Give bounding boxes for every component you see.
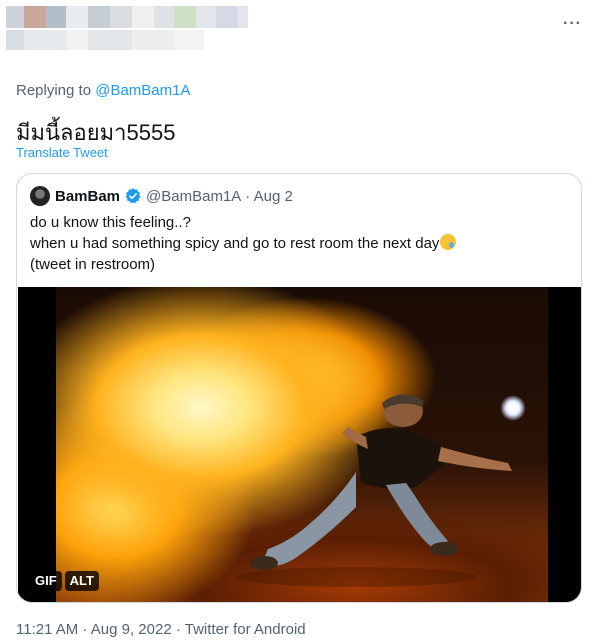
quoted-line-2: when u had something spicy and go to res…	[30, 235, 440, 252]
quoted-line-1: do u know this feeling..?	[30, 214, 191, 231]
gif-frame-fire-breather-image	[56, 287, 548, 602]
reply-handle-link[interactable]: @BamBam1A	[95, 82, 190, 99]
quoted-tweet-header: BamBam @BamBam1A · Aug 2	[30, 186, 293, 206]
more-horizontal-icon: ···	[563, 15, 582, 32]
translate-tweet-link[interactable]: Translate Tweet	[16, 145, 108, 160]
quoted-line-2-wrap: when u had something spicy and go to res…	[30, 233, 457, 254]
gif-badge[interactable]: GIF	[30, 571, 62, 591]
fire-breather-figure	[236, 394, 512, 587]
quoted-date[interactable]: · Aug 2	[245, 188, 293, 205]
gif-media[interactable]: GIF ALT	[18, 287, 581, 602]
blurred-author-header	[6, 6, 248, 68]
reply-context: Replying to @BamBam1A	[16, 82, 190, 99]
more-options-button[interactable]: ···	[563, 16, 582, 32]
avatar[interactable]	[30, 186, 50, 206]
reply-prefix: Replying to	[16, 82, 92, 99]
quoted-author-name[interactable]: BamBam	[55, 188, 120, 205]
quoted-author-handle[interactable]: @BamBam1A	[146, 188, 241, 205]
face-holding-back-tears-emoji-icon	[440, 234, 457, 250]
quoted-line-3: (tweet in restroom)	[30, 256, 156, 273]
quoted-tweet-text: do u know this feeling..? when u had som…	[30, 212, 457, 275]
quoted-tweet-card[interactable]: BamBam @BamBam1A · Aug 2 do u know this …	[16, 173, 582, 603]
alt-text-badge[interactable]: ALT	[64, 571, 99, 591]
tweet-timestamp[interactable]: 11:21 AM · Aug 9, 2022 · Twitter for And…	[16, 621, 306, 638]
media-badges: GIF ALT	[30, 571, 99, 591]
verified-badge-icon	[125, 188, 141, 204]
